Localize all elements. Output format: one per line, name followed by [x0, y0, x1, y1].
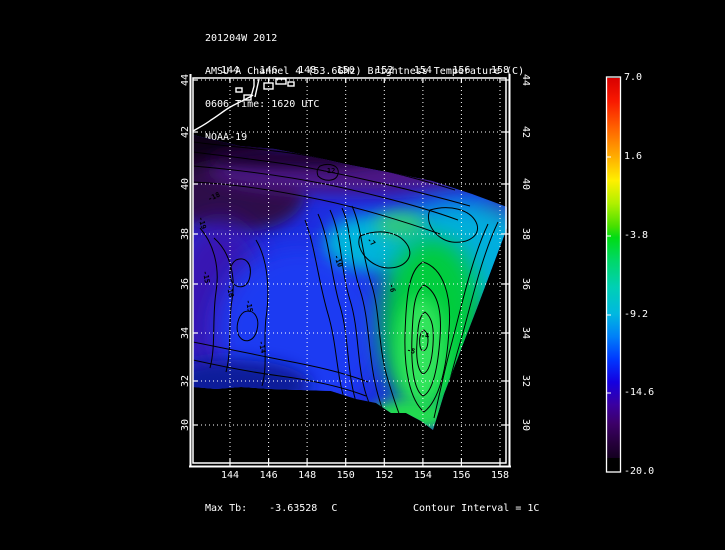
max-tb-label: Max Tb:	[205, 503, 247, 514]
map-plot	[0, 0, 725, 550]
x-tick-label: 156	[441, 65, 481, 76]
max-tb-line: Max Tb: -3.63528 C	[205, 503, 337, 514]
y-tick-label: 38	[181, 219, 191, 249]
x-tick-label: 158	[480, 65, 520, 76]
y-tick-label: 36	[520, 269, 530, 299]
colorbar	[607, 77, 621, 472]
contour-interval-note: Contour Interval = 1C	[413, 503, 539, 514]
y-tick-label: 34	[181, 318, 191, 348]
max-tb-unit: C	[331, 503, 337, 514]
x-tick-label: 148	[287, 65, 327, 76]
x-tick-label: 150	[326, 470, 366, 481]
y-tick-label: 32	[181, 366, 191, 396]
y-tick-label: 42	[181, 117, 191, 147]
max-tb-value: -3.63528	[269, 503, 317, 514]
x-tick-label: 152	[364, 470, 404, 481]
y-tick-label: 42	[520, 117, 530, 147]
colorbar-label: -9.2	[624, 310, 648, 320]
x-tick-label: 154	[403, 470, 443, 481]
y-tick-label: 44	[520, 65, 530, 95]
x-tick-label: 154	[403, 65, 443, 76]
contour-label: -4	[413, 332, 437, 340]
amsu-plot-screen: 201204W 2012 AMSU-A Channel 4 (53.6GHz) …	[0, 0, 725, 550]
coastline	[193, 79, 294, 131]
contour-label: -12	[317, 167, 341, 175]
x-tick-label: 150	[326, 65, 366, 76]
colorbar-label: 7.0	[624, 73, 642, 83]
colorbar-label: -20.0	[624, 467, 654, 477]
colorbar-label: -14.6	[624, 388, 654, 398]
y-tick-label: 38	[520, 219, 530, 249]
x-tick-label: 144	[210, 65, 250, 76]
x-tick-label: 158	[480, 470, 520, 481]
y-tick-label: 40	[520, 169, 530, 199]
x-tick-label: 152	[364, 65, 404, 76]
y-tick-label: 30	[520, 410, 530, 440]
y-tick-label: 44	[181, 65, 191, 95]
colorbar-label: 1.6	[624, 152, 642, 162]
y-tick-label: 36	[181, 269, 191, 299]
colorbar-label: -3.8	[624, 231, 648, 241]
x-tick-label: 146	[249, 470, 289, 481]
x-tick-label: 144	[210, 470, 250, 481]
y-tick-label: 34	[520, 318, 530, 348]
x-tick-label: 146	[249, 65, 289, 76]
x-tick-label: 156	[441, 470, 481, 481]
y-tick-label: 32	[520, 366, 530, 396]
x-tick-label: 148	[287, 470, 327, 481]
y-tick-label: 40	[181, 169, 191, 199]
y-tick-label: 30	[181, 410, 191, 440]
